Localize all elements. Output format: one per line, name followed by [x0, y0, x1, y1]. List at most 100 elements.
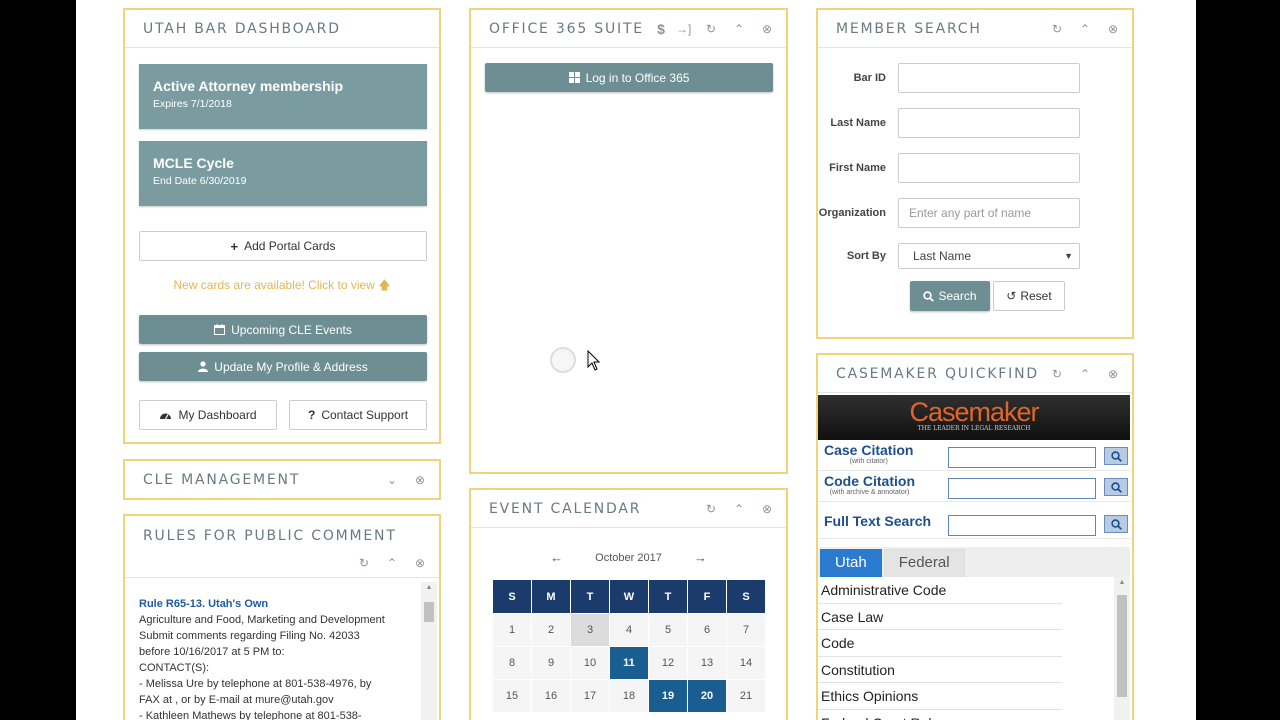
- calendar-week: 15 16 17 18 19 20 21: [492, 679, 766, 713]
- calendar-weekday: T: [648, 579, 688, 614]
- refresh-icon[interactable]: ↻: [704, 502, 718, 516]
- list-item[interactable]: Case Law: [818, 604, 1062, 630]
- case-citation-search-button[interactable]: [1104, 447, 1128, 465]
- first-name-row: First Name: [818, 153, 1132, 183]
- close-icon[interactable]: ⊗: [413, 473, 427, 487]
- dollar-icon[interactable]: $: [654, 21, 668, 37]
- new-cards-link[interactable]: New cards are available! Click to view 🡅: [125, 276, 439, 297]
- calendar-day[interactable]: 9: [531, 646, 571, 680]
- calendar-day[interactable]: 15: [492, 679, 532, 713]
- office365-login-button[interactable]: Log in to Office 365: [485, 63, 773, 92]
- chevron-up-icon[interactable]: ⌃: [732, 502, 746, 516]
- calendar-day[interactable]: 3: [570, 613, 610, 647]
- rule-line: Submit comments regarding Filing No. 420…: [139, 630, 360, 642]
- calendar-day[interactable]: 19: [648, 679, 688, 713]
- event-calendar-title: EVENT CALENDAR: [489, 500, 642, 517]
- calendar-day[interactable]: 2: [531, 613, 571, 647]
- list-item[interactable]: Constitution: [818, 657, 1062, 683]
- calendar-day[interactable]: 1: [492, 613, 532, 647]
- case-citation-input[interactable]: [948, 447, 1096, 468]
- rules-scrollbar[interactable]: ▲: [421, 582, 437, 720]
- calendar-day[interactable]: 21: [726, 679, 766, 713]
- chevron-up-icon[interactable]: ⌃: [385, 556, 399, 570]
- next-month-arrow-icon[interactable]: →: [694, 550, 707, 565]
- case-citation-label: Case Citation (with citator): [824, 443, 913, 466]
- cle-management-header[interactable]: CLE MANAGEMENT ⌄ ⊗: [125, 461, 439, 498]
- close-icon[interactable]: ⊗: [1106, 22, 1120, 36]
- calendar-day[interactable]: 6: [687, 613, 727, 647]
- reset-button[interactable]: ↺ Reset: [993, 281, 1065, 311]
- calendar-day[interactable]: 10: [570, 646, 610, 680]
- calendar-day[interactable]: 5: [648, 613, 688, 647]
- calendar-day[interactable]: 11: [609, 646, 649, 680]
- bar-id-input[interactable]: [898, 63, 1080, 93]
- rule-link[interactable]: Rule R65-13. Utah's Own: [139, 596, 419, 612]
- first-name-label: First Name: [829, 162, 886, 174]
- prev-month-arrow-icon[interactable]: ←: [550, 550, 563, 565]
- update-profile-label: Update My Profile & Address: [214, 359, 368, 374]
- calendar-day[interactable]: 7: [726, 613, 766, 647]
- full-text-text: Full Text Search: [824, 513, 932, 529]
- calendar-day[interactable]: 12: [648, 646, 688, 680]
- search-button[interactable]: Search: [910, 281, 990, 311]
- calendar-day[interactable]: 13: [687, 646, 727, 680]
- membership-card[interactable]: Active Attorney membership Expires 7/1/2…: [139, 64, 427, 129]
- close-icon[interactable]: ⊗: [760, 22, 774, 36]
- calendar-day[interactable]: 18: [609, 679, 649, 713]
- calendar-days: 1 2 3 4 5 6 7 8 9 10 11 12 13 14 15 16 17 18 19 20 21: [492, 613, 766, 713]
- sort-by-select[interactable]: Last Name ▼: [898, 243, 1080, 269]
- calendar-day[interactable]: 4: [609, 613, 649, 647]
- calendar-day[interactable]: 8: [492, 646, 532, 680]
- refresh-icon[interactable]: ↻: [357, 556, 371, 570]
- close-icon[interactable]: ⊗: [413, 556, 427, 570]
- first-name-input[interactable]: [898, 153, 1080, 183]
- sign-in-icon[interactable]: →]: [676, 22, 691, 36]
- calendar-day[interactable]: 14: [726, 646, 766, 680]
- list-item[interactable]: Code: [818, 630, 1062, 657]
- casemaker-scrollbar[interactable]: ▲: [1114, 577, 1130, 720]
- code-citation-input[interactable]: [948, 478, 1096, 499]
- reset-label: Reset: [1020, 289, 1052, 303]
- scroll-up-arrow-icon[interactable]: ▲: [421, 584, 437, 591]
- rule-line: - Melissa Ure by telephone at 801-538-49…: [139, 678, 372, 690]
- calendar-weekday: M: [531, 579, 571, 614]
- chevron-up-icon[interactable]: ⌃: [1078, 367, 1092, 381]
- list-item[interactable]: Administrative Code: [818, 577, 1062, 604]
- full-text-search-button[interactable]: [1104, 515, 1128, 533]
- rule-line: - Kathleen Mathews by telephone at 801-5…: [139, 710, 362, 720]
- dropdown-arrow-icon: ▼: [1064, 251, 1073, 261]
- close-icon[interactable]: ⊗: [1106, 367, 1120, 381]
- full-text-input[interactable]: [948, 515, 1096, 536]
- chevron-up-icon[interactable]: ⌃: [732, 22, 746, 36]
- casemaker-scroll-thumb[interactable]: [1117, 595, 1127, 697]
- code-citation-search-button[interactable]: [1104, 478, 1128, 496]
- office365-login-label: Log in to Office 365: [585, 70, 690, 85]
- my-dashboard-button[interactable]: My Dashboard: [139, 400, 277, 430]
- add-portal-cards-button[interactable]: + Add Portal Cards: [139, 231, 427, 261]
- refresh-icon[interactable]: ↻: [1050, 367, 1064, 381]
- list-item[interactable]: Federal Court Rules: [818, 710, 1062, 720]
- update-profile-button[interactable]: Update My Profile & Address: [139, 352, 427, 381]
- organization-input[interactable]: [898, 198, 1080, 228]
- calendar-weekday-row: SMTWTFS: [492, 579, 766, 614]
- rules-scroll-thumb[interactable]: [424, 602, 434, 622]
- list-item[interactable]: Ethics Opinions: [818, 683, 1062, 710]
- close-icon[interactable]: ⊗: [760, 502, 774, 516]
- scroll-up-arrow-icon[interactable]: ▲: [1114, 579, 1130, 586]
- full-text-row: Full Text Search: [818, 509, 1130, 539]
- upcoming-cle-events-button[interactable]: Upcoming CLE Events: [139, 315, 427, 344]
- sort-by-row: Sort By Last Name ▼: [818, 243, 1132, 269]
- refresh-icon[interactable]: ↻: [704, 22, 718, 36]
- contact-support-button[interactable]: ? Contact Support: [289, 400, 427, 430]
- chevron-up-icon[interactable]: ⌃: [1078, 22, 1092, 36]
- refresh-icon[interactable]: ↻: [1050, 22, 1064, 36]
- calendar-day[interactable]: 16: [531, 679, 571, 713]
- last-name-input[interactable]: [898, 108, 1080, 138]
- tab-utah[interactable]: Utah: [820, 549, 882, 577]
- mcle-card[interactable]: MCLE Cycle End Date 6/30/2019: [139, 141, 427, 206]
- chevron-down-icon[interactable]: ⌄: [385, 473, 399, 487]
- arrow-up-icon: 🡅: [378, 278, 391, 292]
- tab-federal[interactable]: Federal: [883, 549, 965, 577]
- calendar-day[interactable]: 17: [570, 679, 610, 713]
- calendar-day[interactable]: 20: [687, 679, 727, 713]
